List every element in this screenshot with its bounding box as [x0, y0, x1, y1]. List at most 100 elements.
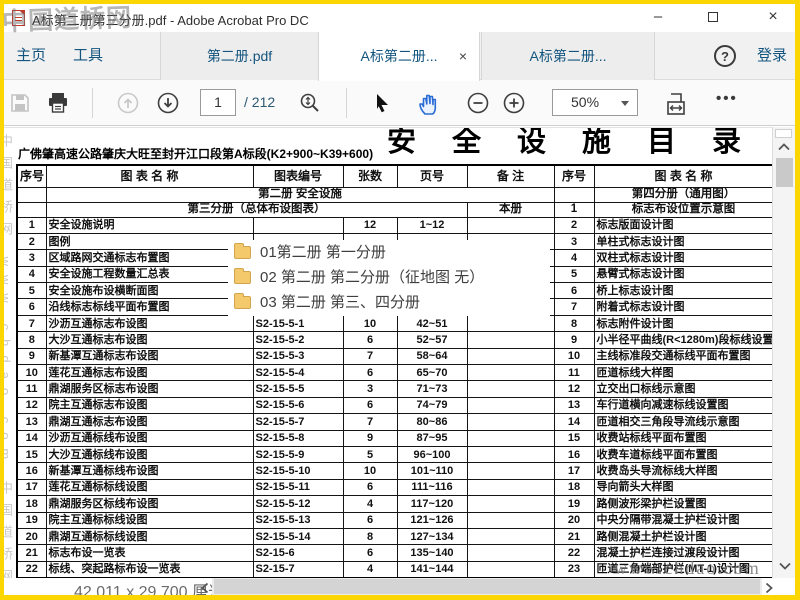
cell-note — [466, 364, 555, 382]
cell-num: 6 — [342, 396, 398, 415]
cell-pg: 101~110 — [396, 462, 468, 480]
cell-note — [466, 396, 555, 415]
cell-name: 安全设施工程数量汇总表 — [45, 265, 254, 284]
cell-name2: 收费岛头导流标线大样图 — [593, 462, 772, 480]
cell-num: 6 — [342, 544, 398, 562]
cell-name2: 匝道相交三角段导流线示意图 — [593, 413, 772, 431]
page-scroll-icon[interactable] — [298, 91, 322, 115]
table-row: 12 院主互通标志布设图 S2-15-5-6 6 74~79 13 车行道横向减速标线设置图 — [16, 396, 772, 415]
fit-width-icon[interactable] — [663, 91, 687, 115]
cell-name: 区域路网交通标志布置图 — [45, 249, 254, 267]
nav-tools[interactable]: 工具 — [58, 32, 118, 80]
vertical-scroll-thumb[interactable] — [776, 158, 793, 187]
vertical-scrollbar[interactable] — [772, 127, 795, 578]
table-row: 20 鼎湖互通标标线设图 S2-15-5-14 8 127~134 21 路侧混凝土护栏设计… — [16, 527, 772, 546]
cell-note — [466, 216, 555, 234]
help-icon[interactable]: ? — [714, 45, 736, 67]
cell-num: 3 — [342, 380, 398, 398]
cell-pg: 71~73 — [396, 380, 468, 398]
cell-name: 鼎湖服务区标线布设图 — [45, 495, 254, 513]
cell-no2: 10 — [553, 347, 595, 366]
zoom-in-icon[interactable] — [502, 91, 526, 115]
cell-note — [466, 314, 555, 333]
cell-no: 2 — [16, 232, 47, 251]
zoom-level-select[interactable]: 50% — [552, 89, 638, 116]
section-row-volume: 第二册 安全设施 第四分册（通用图） — [16, 186, 772, 203]
cell-no2: 20 — [553, 511, 595, 529]
cell-code: S2-15-5-4 — [252, 364, 344, 382]
cell-name2: 小半径平曲线(R<1280m)段标线设置示意图 — [593, 331, 772, 349]
horizontal-scroll-track[interactable] — [212, 578, 762, 595]
cell-no: 4 — [16, 265, 47, 284]
folder-list-item[interactable]: 02 第二册 第二分册（征地图 无） — [228, 265, 550, 290]
cell-no: 20 — [16, 527, 47, 546]
cell-no2: 16 — [553, 445, 595, 464]
cell-code: S2-15-5-9 — [252, 445, 344, 464]
sign-in-button[interactable]: 登录 — [746, 32, 798, 80]
cell-code: S2-15-6 — [252, 544, 344, 562]
nav-home[interactable]: 主页 — [6, 32, 56, 80]
horizontal-scrollbar[interactable]: 42.011 x 29.700 厘米 — [4, 578, 795, 595]
table-row: 18 鼎湖服务区标线布设图 S2-15-5-12 4 117~120 19 路侧波形梁护栏设… — [16, 495, 772, 513]
save-icon[interactable] — [8, 91, 32, 115]
doc-tab-3[interactable]: A标第二册... — [481, 32, 655, 80]
maximize-button[interactable] — [696, 4, 730, 32]
cell-name: 安全设施说明 — [45, 216, 254, 234]
doc-tab-2-active[interactable]: A标第二册... × — [318, 32, 480, 81]
cell-note — [466, 478, 555, 497]
section-part4-label: 第四分册（通用图） — [593, 186, 772, 203]
cell-name2: 双柱式标志设计图 — [593, 249, 772, 267]
cell-name2: 悬臂式标志设计图 — [593, 265, 772, 284]
scrollbar-top-button[interactable] — [775, 129, 792, 138]
minimize-button[interactable]: – — [641, 4, 675, 32]
tab-close-icon[interactable]: × — [459, 32, 467, 80]
cell-code: S2-15-5-3 — [252, 347, 344, 366]
doc-tab-1[interactable]: 第二册.pdf — [160, 32, 318, 80]
project-heading: 广佛肇高速公路肇庆大旺至封开江口段第A标段(K2+900~K39+600) — [18, 147, 374, 161]
tab-bar: 主页 工具 第二册.pdf A标第二册... × A标第二册... ? 登录 — [4, 32, 798, 81]
catalog-table: 序号 图 表 名 称 图表编号 张数 页号 备 注 序号 图 表 名 称 第二册… — [16, 164, 772, 578]
cell-no2: 7 — [553, 298, 595, 316]
cell-name: 标志布设一览表 — [45, 544, 254, 562]
cell-name2: 附着式标志设计图 — [593, 298, 772, 316]
table-row: 16 新基潭互通标线布设图 S2-15-5-10 10 101~110 17 收费岛头导流标… — [16, 462, 772, 480]
cell-code: S2-15-5-7 — [252, 413, 344, 431]
folder-list-item[interactable]: 01第二册 第一分册 — [228, 240, 550, 265]
cell-name: 莲花互通标标线设图 — [45, 478, 254, 497]
cell-name: 莲花互通标志布设图 — [45, 364, 254, 382]
table-row: 15 大沙互通标线布设图 S2-15-5-9 5 96~100 16 收费车道标线平面布置图 — [16, 445, 772, 464]
page-number-input[interactable]: 1 — [200, 89, 236, 116]
cell-name2: 车行道横向减速标线设置图 — [593, 396, 772, 415]
cell-num: 10 — [342, 462, 398, 480]
cell-no: 13 — [16, 413, 47, 431]
hand-tool-icon[interactable] — [416, 91, 440, 115]
table-row: 17 莲花互通标标线设图 S2-15-5-11 6 111~116 18 导向箭头大样图 — [16, 478, 772, 497]
print-icon[interactable] — [46, 91, 70, 115]
cell-no2: 22 — [553, 544, 595, 562]
side-watermark: 中国道桥网 www.chdao.com 中国道桥网 — [4, 134, 13, 578]
previous-page-icon[interactable] — [116, 91, 140, 115]
cell-name: 沙沥互通标线布设图 — [45, 429, 254, 447]
cell-num: 9 — [342, 429, 398, 447]
cell-num: 8 — [342, 527, 398, 546]
select-tool-icon[interactable] — [370, 91, 394, 115]
next-page-icon[interactable] — [156, 91, 180, 115]
cell-pg: 141~144 — [396, 560, 468, 578]
cell-pg: 65~70 — [396, 364, 468, 382]
folder-list-item[interactable]: 03 第二册 第三、四分册 — [228, 290, 550, 315]
scroll-down-icon[interactable] — [778, 561, 792, 571]
more-tools-icon[interactable]: ••• — [716, 90, 738, 107]
cell-num: 7 — [342, 347, 398, 366]
cell-code: S2-15-5-13 — [252, 511, 344, 529]
horizontal-scroll-thumb[interactable] — [214, 579, 760, 594]
zoom-out-icon[interactable] — [466, 91, 490, 115]
table-row: 11 鼎湖服务区标志布设图 S2-15-5-5 3 71~73 12 立交出口标线示意图 — [16, 380, 772, 398]
cell-pg: 74~79 — [396, 396, 468, 415]
cell-pg: 121~126 — [396, 511, 468, 529]
cell-code: S2-15-5-5 — [252, 380, 344, 398]
scroll-right-icon[interactable] — [764, 582, 778, 594]
close-button[interactable]: × — [756, 4, 790, 32]
cell-pg: 111~116 — [396, 478, 468, 497]
cell-num: 4 — [342, 560, 398, 578]
scroll-up-icon[interactable] — [777, 142, 791, 152]
